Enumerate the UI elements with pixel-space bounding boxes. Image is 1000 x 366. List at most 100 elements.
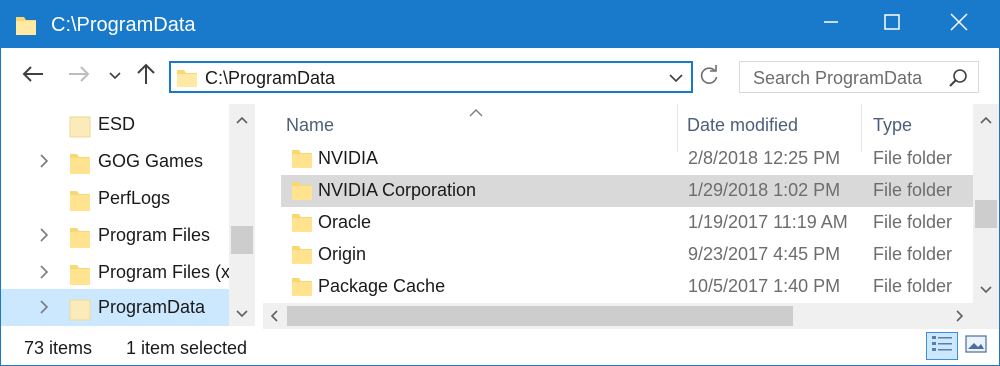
folder-icon (291, 277, 313, 302)
back-button[interactable] (19, 64, 47, 88)
scroll-up-icon[interactable] (973, 112, 999, 128)
scroll-up-icon[interactable] (229, 112, 255, 128)
navigation-bar: C:\ProgramData Search ProgramData (1, 48, 999, 104)
details-view-icon (931, 334, 953, 359)
details-view-button[interactable] (926, 332, 958, 360)
tree-item-program-files[interactable]: Program Files (5, 217, 227, 254)
folder-icon (291, 245, 313, 270)
file-list-horizontal-scrollbar[interactable] (263, 303, 973, 329)
file-name: NVIDIA Corporation (318, 180, 477, 200)
scrollbar-thumb[interactable] (287, 306, 793, 326)
selection-status: 1 item selected (126, 338, 248, 358)
folder-icon (291, 181, 313, 206)
column-header-date-modified[interactable]: Date modified (687, 112, 857, 144)
folder-icon (291, 213, 313, 238)
close-icon (950, 13, 968, 36)
file-type: File folder (873, 244, 953, 264)
file-date: 10/5/2017 1:40 PM (688, 276, 841, 296)
folder-icon (69, 297, 91, 326)
folder-icon (291, 149, 313, 174)
file-row[interactable]: Oracle 1/19/2017 11:19 AM File folder (281, 207, 973, 239)
tree-item-gog-games[interactable]: GOG Games (5, 143, 227, 180)
chevron-right-icon[interactable] (39, 154, 49, 173)
large-icons-view-icon (965, 334, 987, 358)
window-title: C:\ProgramData (51, 14, 196, 36)
folder-icon (69, 188, 91, 217)
tree-item-perflogs[interactable]: PerfLogs (5, 180, 227, 217)
chevron-right-icon[interactable] (39, 300, 49, 319)
chevron-down-icon[interactable] (667, 71, 685, 85)
file-name: Origin (318, 244, 367, 264)
file-name: Oracle (318, 212, 372, 232)
file-type: File folder (873, 180, 953, 200)
tree-item-program-files-x86[interactable]: Program Files (x (5, 254, 231, 291)
chevron-right-icon[interactable] (39, 228, 49, 247)
file-date: 1/29/2018 1:02 PM (688, 180, 841, 200)
file-row[interactable]: NVIDIA Corporation 1/29/2018 1:02 PM Fil… (281, 175, 973, 207)
search-icon[interactable] (948, 68, 968, 93)
maximize-icon (884, 14, 900, 35)
navigation-pane: ESD GOG Games PerfLogs Program Files Pro… (1, 104, 256, 326)
file-type: File folder (873, 148, 953, 168)
tree-item-label: ESD (98, 114, 136, 134)
arrow-up-icon (136, 63, 156, 90)
file-type: File folder (873, 212, 953, 232)
explorer-window: C:\ProgramData C:\ProgramData Search Pro… (0, 0, 1000, 366)
up-button[interactable] (133, 63, 159, 90)
tree-item-programdata[interactable]: ProgramData (1, 289, 229, 326)
file-row[interactable]: NVIDIA 2/8/2018 12:25 PM File folder (281, 143, 973, 175)
minimize-button[interactable] (798, 1, 864, 48)
folder-icon (69, 262, 91, 291)
tree-item-label: PerfLogs (98, 188, 171, 208)
item-count: 73 items (24, 338, 93, 358)
scroll-left-icon[interactable] (265, 306, 283, 326)
maximize-button[interactable] (859, 1, 925, 48)
folder-icon (176, 68, 198, 93)
column-header-name[interactable]: Name (286, 112, 676, 144)
scroll-right-icon[interactable] (951, 306, 969, 326)
large-icons-view-button[interactable] (962, 332, 990, 360)
file-list: Name Date modified Type NVIDIA 2/8/2018 … (263, 104, 999, 329)
file-date: 1/19/2017 11:19 AM (688, 212, 848, 232)
refresh-button[interactable] (697, 64, 721, 90)
search-box[interactable]: Search ProgramData (739, 61, 979, 93)
scrollbar-thumb[interactable] (231, 226, 253, 254)
tree-item-label: GOG Games (98, 151, 204, 171)
folder-icon (14, 13, 38, 42)
status-bar: 73 items 1 item selected (1, 329, 999, 365)
refresh-icon (699, 64, 719, 91)
scrollbar-thumb[interactable] (975, 200, 997, 228)
tree-item-label: Program Files (x (98, 262, 231, 282)
chevron-down-icon (109, 67, 121, 85)
file-type: File folder (873, 276, 953, 296)
scroll-down-icon[interactable] (973, 282, 999, 298)
folder-icon (69, 151, 91, 180)
arrow-left-icon (21, 65, 45, 88)
column-header-type[interactable]: Type (873, 112, 973, 144)
chevron-right-icon[interactable] (39, 265, 49, 284)
file-name: Package Cache (318, 276, 446, 296)
folder-icon (69, 225, 91, 254)
close-button[interactable] (926, 1, 992, 48)
arrow-right-icon (67, 65, 91, 88)
search-placeholder: Search ProgramData (753, 68, 923, 88)
scrollbar-corner (973, 303, 999, 329)
address-path: C:\ProgramData (205, 68, 336, 88)
file-row[interactable]: Package Cache 10/5/2017 1:40 PM File fol… (281, 271, 973, 303)
file-row[interactable]: Origin 9/23/2017 4:45 PM File folder (281, 239, 973, 271)
file-list-vertical-scrollbar[interactable] (973, 104, 999, 304)
title-bar[interactable]: C:\ProgramData (1, 1, 999, 48)
scroll-down-icon[interactable] (229, 306, 255, 322)
address-bar[interactable]: C:\ProgramData (169, 61, 693, 93)
file-date: 9/23/2017 4:45 PM (688, 244, 841, 264)
recent-locations-button[interactable] (107, 64, 123, 88)
tree-item-label: ProgramData (98, 297, 206, 317)
folder-icon (69, 114, 91, 143)
file-name: NVIDIA (318, 148, 379, 168)
tree-item-esd[interactable]: ESD (5, 106, 227, 143)
minimize-icon (823, 14, 839, 35)
tree-item-label: Program Files (98, 225, 211, 245)
forward-button[interactable] (65, 64, 93, 88)
nav-pane-scrollbar[interactable] (229, 104, 255, 326)
file-date: 2/8/2018 12:25 PM (688, 148, 841, 168)
